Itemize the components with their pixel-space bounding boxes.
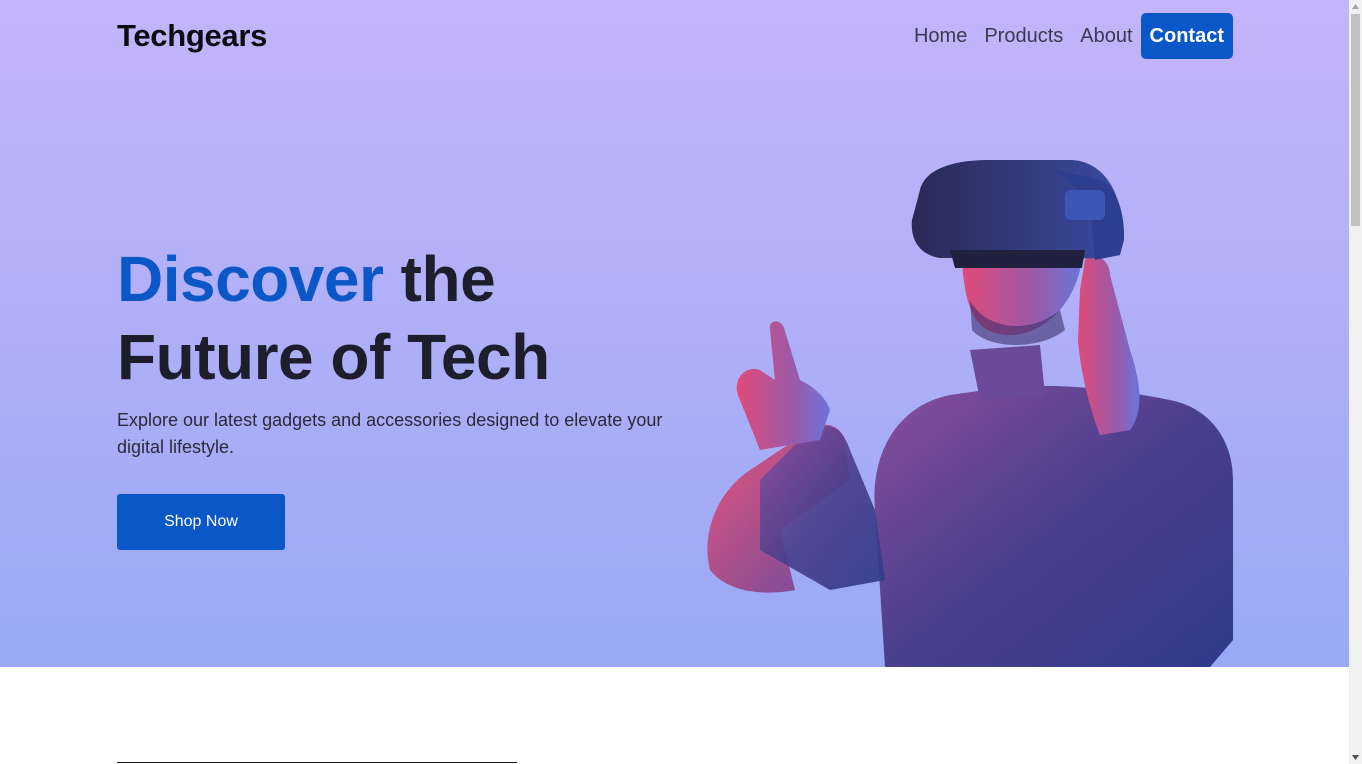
scroll-up-arrow-icon[interactable] bbox=[1349, 0, 1362, 13]
nav-products-link[interactable]: Products bbox=[984, 25, 1063, 48]
hero-section: Techgears Home Products About Contact Di… bbox=[0, 0, 1349, 667]
section-divider bbox=[117, 762, 517, 763]
nav-contact-button[interactable]: Contact bbox=[1140, 13, 1233, 59]
hero-subtext: Explore our latest gadgets and accessori… bbox=[117, 410, 663, 457]
nav-links: Home Products About Contact bbox=[914, 13, 1233, 59]
nav-home-link[interactable]: Home bbox=[914, 25, 967, 48]
shop-now-button[interactable]: Shop Now bbox=[117, 494, 285, 550]
hero-vr-person-image bbox=[707, 160, 1233, 667]
scroll-down-arrow-icon[interactable] bbox=[1349, 751, 1362, 764]
headline-accent: Discover bbox=[117, 243, 384, 315]
page-scrollbar[interactable] bbox=[1349, 0, 1362, 764]
nav-about-link[interactable]: About bbox=[1080, 25, 1132, 48]
brand-logo[interactable]: Techgears bbox=[117, 18, 267, 54]
page-viewport: Techgears Home Products About Contact Di… bbox=[0, 0, 1349, 764]
hero-headline: Discover the Future of Tech bbox=[117, 240, 677, 396]
headline-line2: Future of Tech bbox=[117, 321, 550, 393]
scrollbar-thumb[interactable] bbox=[1351, 14, 1360, 226]
headline-line1-rest: the bbox=[383, 243, 496, 315]
navbar: Techgears Home Products About Contact bbox=[117, 13, 1233, 59]
